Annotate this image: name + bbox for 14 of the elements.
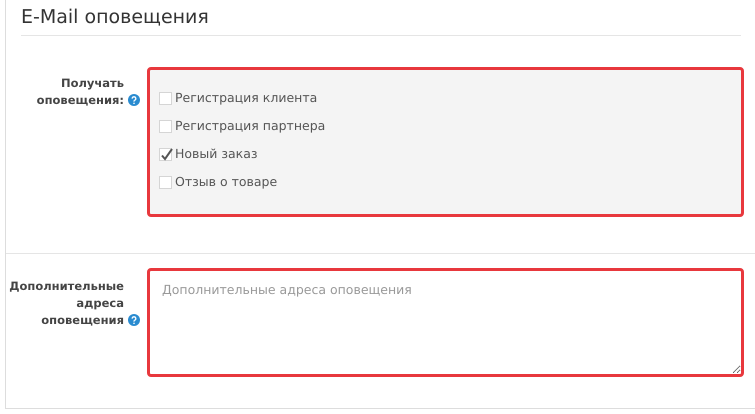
checkbox[interactable]	[159, 120, 172, 134]
checkbox-label: Регистрация партнера	[175, 117, 326, 136]
checkbox-label: Новый заказ	[175, 145, 258, 164]
checkbox[interactable]	[159, 92, 172, 106]
field-label: Дополнительные адреса оповещения	[8, 278, 124, 329]
checkbox[interactable]	[159, 148, 172, 162]
field-label: Получать оповещения:	[36, 74, 124, 109]
checkbox[interactable]	[159, 176, 172, 190]
checkbox-label: Отзыв о товаре	[175, 173, 278, 192]
checkbox-label: Регистрация клиента	[175, 89, 318, 108]
addresses-field[interactable]: Дополнительные адреса оповещения	[147, 268, 744, 377]
section-title: E-Mail оповещения	[21, 0, 741, 36]
help-icon[interactable]	[128, 94, 140, 106]
help-icon[interactable]	[128, 314, 140, 326]
